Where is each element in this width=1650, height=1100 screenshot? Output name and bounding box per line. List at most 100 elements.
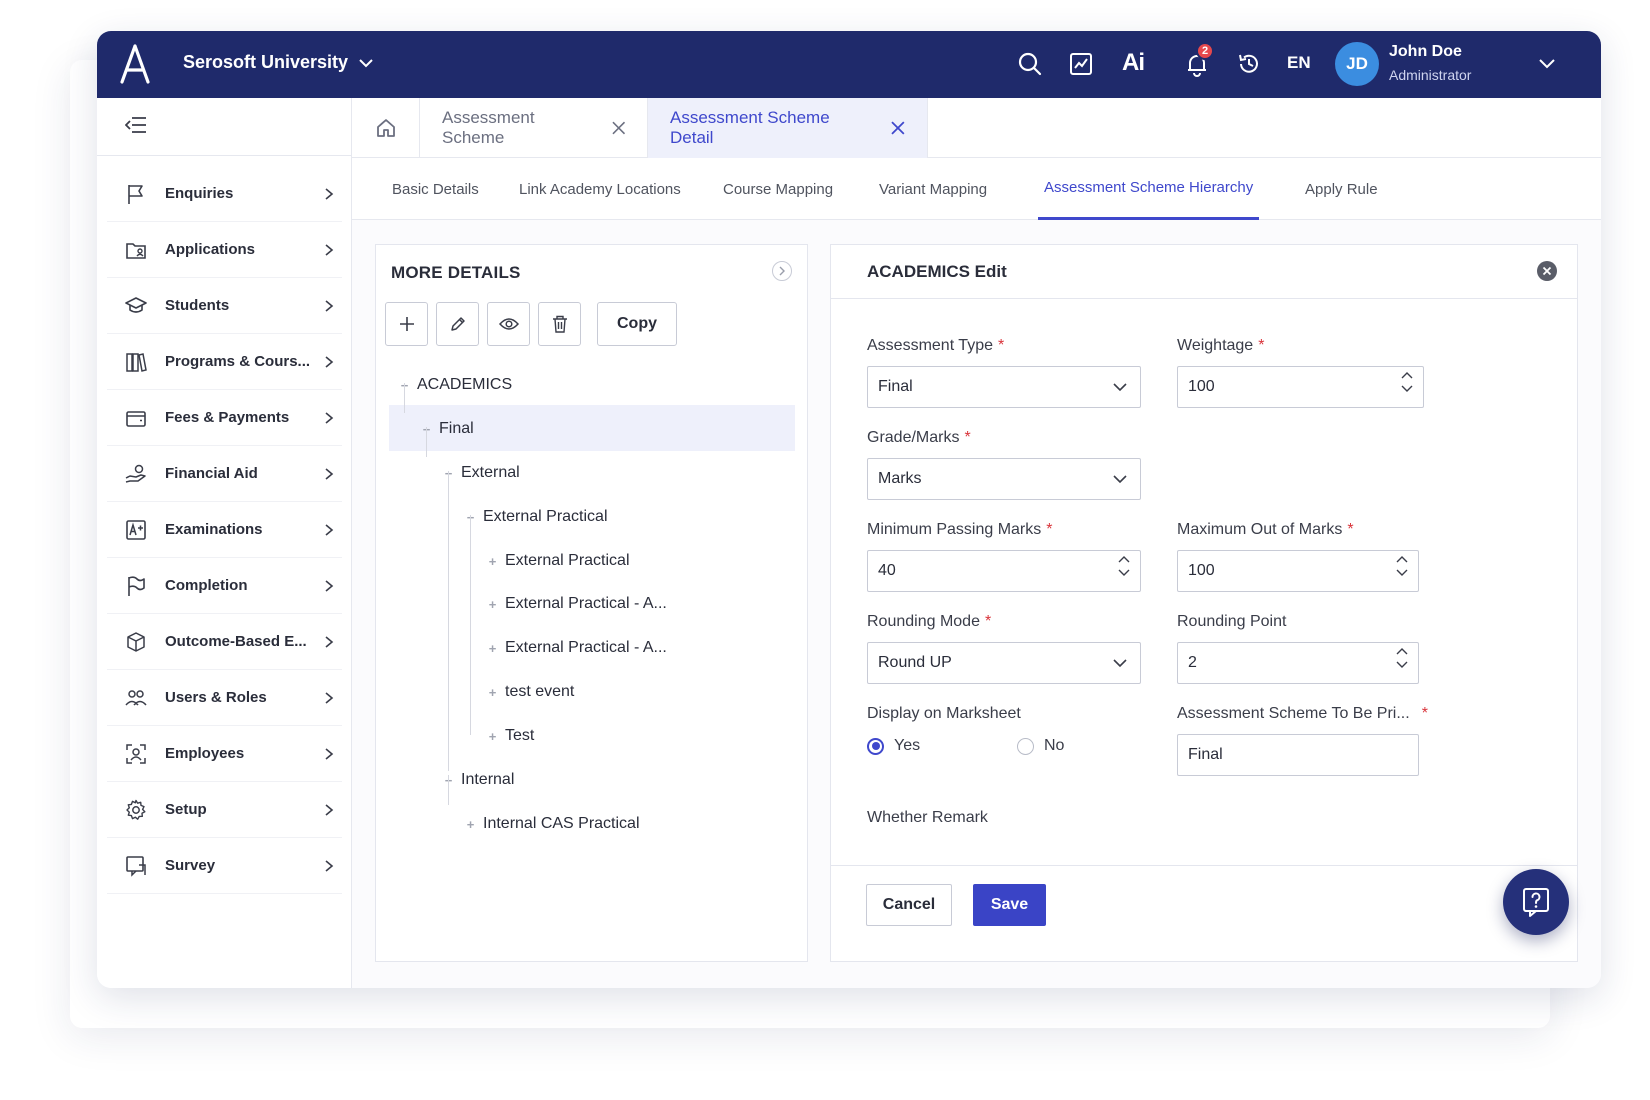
close-icon[interactable]	[611, 121, 625, 135]
chevron-down-icon[interactable]	[1118, 569, 1130, 577]
display-yes-radio[interactable]: Yes	[867, 737, 920, 755]
stepper-arrows[interactable]	[1401, 371, 1413, 393]
sidebar-item-fees-payments[interactable]: Fees & Payments	[107, 390, 342, 446]
tree-node[interactable]: + Internal CAS Practical	[464, 802, 640, 846]
stepper-arrows[interactable]	[1396, 647, 1408, 669]
chevron-down-icon[interactable]	[1537, 53, 1557, 73]
tab-assessment-scheme[interactable]: Assessment Scheme	[420, 98, 648, 158]
flag-icon	[123, 181, 149, 207]
tree-node[interactable]: −Final	[420, 407, 474, 451]
chevron-down-icon[interactable]	[1396, 569, 1408, 577]
chevron-down-icon[interactable]	[1401, 385, 1413, 393]
tree-node[interactable]: −External	[442, 451, 520, 495]
org-name: Serosoft University	[183, 52, 349, 72]
expand-icon[interactable]: +	[486, 729, 499, 744]
ai-assistant-button[interactable]: Ai	[1122, 49, 1145, 77]
tree-node[interactable]: −ACADEMICS	[398, 363, 512, 407]
grade-marks-label: Grade/Marks *	[867, 429, 971, 446]
sidebar-item-employees[interactable]: Employees	[107, 726, 342, 782]
tree-node[interactable]: + test event	[486, 670, 575, 714]
subtab-apply-rule[interactable]: Apply Rule	[1305, 158, 1378, 220]
weightage-stepper[interactable]: 100	[1177, 366, 1424, 408]
assessment-type-select[interactable]: Final	[867, 366, 1141, 408]
sidebar-item-label: Students	[165, 297, 230, 314]
tree-node[interactable]: −External Practical	[464, 495, 608, 539]
sidebar-item-setup[interactable]: Setup	[107, 782, 342, 838]
language-selector[interactable]: EN	[1287, 53, 1311, 73]
home-tab[interactable]	[352, 98, 420, 158]
menu-collapse-icon[interactable]	[125, 116, 147, 134]
sidebar-item-applications[interactable]: Applications	[107, 222, 342, 278]
edit-node-button[interactable]	[436, 302, 479, 346]
search-button[interactable]	[1013, 47, 1047, 81]
tree-connector-line	[448, 775, 449, 805]
rounding-point-stepper[interactable]: 2	[1177, 642, 1419, 684]
analytics-button[interactable]	[1064, 47, 1098, 81]
grade-marks-select[interactable]: Marks	[867, 458, 1141, 500]
avatar[interactable]: JD	[1335, 42, 1379, 86]
sidebar-item-programs-cours[interactable]: Programs & Cours...	[107, 334, 342, 390]
survey-icon	[123, 853, 149, 879]
close-panel-button[interactable]	[1537, 261, 1557, 281]
chevron-right-icon	[325, 691, 334, 704]
chevron-right-icon	[325, 579, 334, 592]
help-button[interactable]	[1503, 869, 1569, 935]
expand-icon[interactable]: +	[486, 641, 499, 656]
save-button[interactable]: Save	[973, 884, 1046, 926]
history-button[interactable]	[1232, 47, 1266, 81]
expand-icon[interactable]: +	[486, 597, 499, 612]
tree-node-label: Internal	[461, 771, 515, 788]
users-icon	[123, 685, 149, 711]
sidebar-item-users-roles[interactable]: Users & Roles	[107, 670, 342, 726]
display-no-radio[interactable]: No	[1017, 737, 1064, 755]
stepper-arrows[interactable]	[1118, 555, 1130, 577]
close-icon[interactable]	[891, 121, 905, 135]
tree-node[interactable]: + External Practical	[486, 539, 630, 583]
add-node-button[interactable]	[385, 302, 428, 346]
max-out-of-marks-label: Maximum Out of Marks *	[1177, 521, 1354, 538]
subtab-link-academy-locations[interactable]: Link Academy Locations	[519, 158, 681, 220]
chevron-up-icon[interactable]	[1118, 555, 1130, 563]
chevron-up-icon[interactable]	[1396, 647, 1408, 655]
expand-icon[interactable]: +	[486, 685, 499, 700]
org-switcher[interactable]: Serosoft University	[183, 52, 374, 73]
pencil-icon	[450, 317, 465, 331]
cancel-button[interactable]: Cancel	[866, 884, 952, 926]
sidebar-item-survey[interactable]: Survey	[107, 838, 342, 894]
tree-node[interactable]: + External Practical - A...	[486, 626, 667, 670]
grade-a-plus-icon	[123, 517, 149, 543]
expand-icon[interactable]: +	[464, 817, 477, 832]
expand-icon[interactable]: +	[486, 554, 499, 569]
tree-node[interactable]: −Internal	[442, 758, 515, 802]
tab-label: Assessment Scheme Detail	[670, 108, 830, 147]
subtab-basic-details[interactable]: Basic Details	[392, 158, 479, 220]
delete-node-button[interactable]	[538, 302, 581, 346]
sidebar-item-examinations[interactable]: Examinations	[107, 502, 342, 558]
tree-node-label: External Practical	[505, 552, 630, 569]
subtab-assessment-scheme-hierarchy[interactable]: Assessment Scheme Hierarchy	[1038, 158, 1260, 220]
sidebar-item-outcome-based-e[interactable]: Outcome-Based E...	[107, 614, 342, 670]
sidebar-item-completion[interactable]: Completion	[107, 558, 342, 614]
rounding-mode-select[interactable]: Round UP	[867, 642, 1141, 684]
chevron-down-icon[interactable]	[1396, 661, 1408, 669]
chevron-up-icon[interactable]	[1396, 555, 1408, 563]
scheme-to-print-input[interactable]: Final	[1177, 734, 1419, 776]
tab-assessment-scheme-detail[interactable]: Assessment Scheme Detail	[648, 98, 928, 158]
stepper-arrows[interactable]	[1396, 555, 1408, 577]
expand-panel-button[interactable]	[772, 261, 792, 281]
graduation-cap-icon	[123, 293, 149, 319]
subtab-variant-mapping[interactable]: Variant Mapping	[879, 158, 987, 220]
max-out-of-marks-stepper[interactable]: 100	[1177, 550, 1419, 592]
copy-button[interactable]: Copy	[597, 302, 677, 346]
sidebar-item-enquiries[interactable]: Enquiries	[107, 166, 342, 222]
tree-node[interactable]: + External Practical - A...	[486, 582, 667, 626]
section-tabs: Basic Details Link Academy Locations Cou…	[352, 158, 1601, 220]
sidebar-item-students[interactable]: Students	[107, 278, 342, 334]
sidebar-item-financial-aid[interactable]: Financial Aid	[107, 446, 342, 502]
sidebar-item-label: Setup	[165, 801, 207, 818]
subtab-course-mapping[interactable]: Course Mapping	[723, 158, 833, 220]
tree-node[interactable]: + Test	[486, 714, 535, 758]
min-passing-marks-stepper[interactable]: 40	[867, 550, 1141, 592]
chevron-up-icon[interactable]	[1401, 371, 1413, 379]
view-node-button[interactable]	[487, 302, 530, 346]
